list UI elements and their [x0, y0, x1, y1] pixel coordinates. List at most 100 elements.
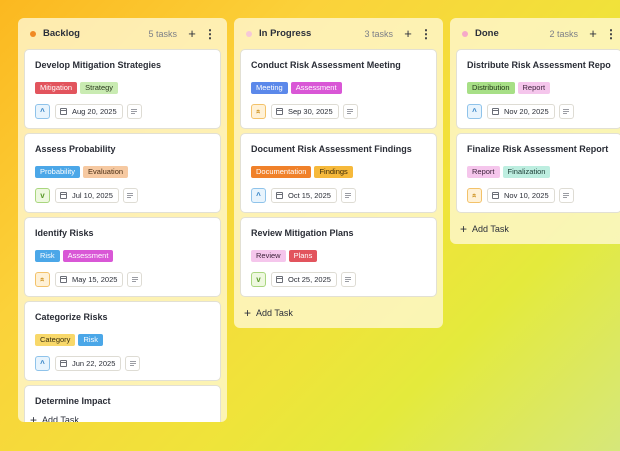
task-count: 2 tasks: [549, 28, 578, 39]
due-date[interactable]: Jul 10, 2025: [55, 188, 119, 203]
task-card[interactable]: Document Risk Assessment Findings Documen…: [240, 133, 437, 213]
task-card[interactable]: Develop Mitigation Strategies Mitigation S…: [24, 49, 221, 129]
due-date[interactable]: Oct 25, 2025: [271, 272, 337, 287]
chevron-up-icon[interactable]: ^: [35, 104, 50, 119]
chevron-up-icon[interactable]: ^: [35, 356, 50, 371]
add-icon[interactable]: +: [185, 26, 199, 41]
task-title: Assess Probability: [35, 144, 116, 154]
column-title: Backlog: [43, 28, 80, 39]
due-date[interactable]: Nov 10, 2025: [487, 188, 555, 203]
task-title: Document Risk Assessment Findings: [251, 144, 412, 154]
tag-list: Mitigation Strategy: [35, 82, 210, 94]
tag-list: Risk Assessment: [35, 250, 210, 262]
tag-label: Distribution: [467, 82, 515, 94]
tag-list: Meeting Assessment: [251, 82, 426, 94]
tag-list: Documentation Findings: [251, 166, 426, 178]
notes-icon[interactable]: [340, 188, 356, 203]
status-dot-icon: [246, 30, 252, 37]
due-date[interactable]: Oct 15, 2025: [271, 188, 337, 203]
double-chevron-up-icon[interactable]: «: [35, 272, 50, 287]
task-card[interactable]: Review Mitigation Plans Review Plans v Oct 2…: [240, 217, 437, 297]
calendar-icon: [492, 192, 499, 199]
due-date[interactable]: Aug 20, 2025: [55, 104, 123, 119]
status-dot-icon: [462, 30, 468, 37]
more-menu-icon[interactable]: ⋮: [203, 27, 217, 41]
task-meta: « Sep 30, 2025: [251, 104, 426, 119]
task-card[interactable]: Assess Probability Probability Evaluation v…: [24, 133, 221, 213]
calendar-icon: [60, 192, 67, 199]
tag-label: Evaluation: [83, 166, 129, 178]
tag-label: Probability: [35, 166, 81, 178]
task-count: 5 tasks: [148, 28, 177, 39]
plus-icon: +: [30, 413, 38, 422]
more-menu-icon[interactable]: ⋮: [419, 27, 433, 41]
tag-label: Findings: [314, 166, 353, 178]
chevron-down-icon[interactable]: v: [35, 188, 50, 203]
task-title: Finalize Risk Assessment Report: [467, 144, 609, 154]
notes-icon[interactable]: [126, 104, 142, 119]
column-done: Done 2 tasks + ⋮ Distribute Risk Assessment …: [450, 18, 620, 244]
column-title: Done: [475, 28, 499, 39]
task-meta: v Oct 25, 2025: [251, 272, 426, 287]
notes-icon[interactable]: [127, 272, 143, 287]
tag-label: Plans: [288, 250, 318, 262]
task-card[interactable]: Identify Risks Risk Assessment « May 15, 202…: [24, 217, 221, 297]
add-task-button[interactable]: + Add Task: [456, 219, 620, 239]
tag-label: Report: [517, 82, 551, 94]
task-meta: ^ Nov 20, 2025: [467, 104, 611, 119]
plus-icon: +: [460, 222, 468, 236]
tag-list: Distribution Report: [467, 82, 611, 94]
double-chevron-up-icon[interactable]: «: [251, 104, 266, 119]
due-date-text: Sep 30, 2025: [288, 107, 333, 116]
task-meta: « May 15, 2025: [35, 272, 210, 287]
due-date[interactable]: Jun 22, 2025: [55, 356, 122, 371]
task-count: 3 tasks: [364, 28, 393, 39]
calendar-icon: [60, 276, 67, 283]
tag-list: Category Risk: [35, 334, 210, 346]
task-meta: ^ Oct 15, 2025: [251, 188, 426, 203]
task-card[interactable]: Categorize Risks Category Risk ^ Jun 22, 202…: [24, 301, 221, 381]
chevron-up-icon[interactable]: ^: [467, 104, 482, 119]
task-title: Identify Risks: [35, 228, 94, 238]
column-progress: In Progress 3 tasks + ⋮ Conduct Risk Assessm…: [234, 18, 443, 328]
due-date[interactable]: May 15, 2025: [55, 272, 124, 287]
task-card[interactable]: Distribute Risk Assessment Report Distrib…: [456, 49, 620, 129]
task-title: Categorize Risks: [35, 312, 108, 322]
tag-label: Assessment: [62, 250, 114, 262]
add-icon[interactable]: +: [586, 26, 600, 41]
tag-label: Risk: [78, 334, 104, 346]
notes-icon[interactable]: [342, 104, 358, 119]
notes-icon[interactable]: [122, 188, 138, 203]
task-card[interactable]: Conduct Risk Assessment Meeting Meeting As…: [240, 49, 437, 129]
task-meta: ^ Aug 20, 2025: [35, 104, 210, 119]
column-backlog: Backlog 5 tasks + ⋮ Develop Mitigation Strat…: [18, 18, 227, 422]
add-task-label: Add Task: [256, 308, 293, 318]
tag-list: Probability Evaluation: [35, 166, 210, 178]
column-header: Done 2 tasks + ⋮: [456, 18, 620, 49]
notes-icon[interactable]: [125, 356, 141, 371]
double-chevron-up-icon[interactable]: «: [467, 188, 482, 203]
task-card[interactable]: Finalize Risk Assessment Report Report Fin…: [456, 133, 620, 213]
task-title: Conduct Risk Assessment Meeting: [251, 60, 401, 70]
calendar-icon: [60, 108, 67, 115]
add-task-button[interactable]: + Add Task: [26, 410, 79, 422]
calendar-icon: [276, 108, 283, 115]
due-date[interactable]: Nov 20, 2025: [487, 104, 555, 119]
due-date-text: Oct 15, 2025: [288, 191, 331, 200]
notes-icon[interactable]: [558, 104, 574, 119]
notes-icon[interactable]: [558, 188, 574, 203]
tag-label: Risk: [35, 250, 60, 262]
add-icon[interactable]: +: [401, 26, 415, 41]
column-header: Backlog 5 tasks + ⋮: [24, 18, 221, 49]
column-title: In Progress: [259, 28, 312, 39]
more-menu-icon[interactable]: ⋮: [604, 27, 618, 41]
due-date-text: Nov 20, 2025: [504, 107, 549, 116]
add-task-button[interactable]: + Add Task: [240, 303, 437, 323]
notes-icon[interactable]: [340, 272, 356, 287]
due-date[interactable]: Sep 30, 2025: [271, 104, 339, 119]
chevron-down-icon[interactable]: v: [251, 272, 266, 287]
due-date-text: May 15, 2025: [72, 275, 118, 284]
tag-label: Meeting: [251, 82, 288, 94]
due-date-text: Jul 10, 2025: [72, 191, 113, 200]
chevron-up-icon[interactable]: ^: [251, 188, 266, 203]
